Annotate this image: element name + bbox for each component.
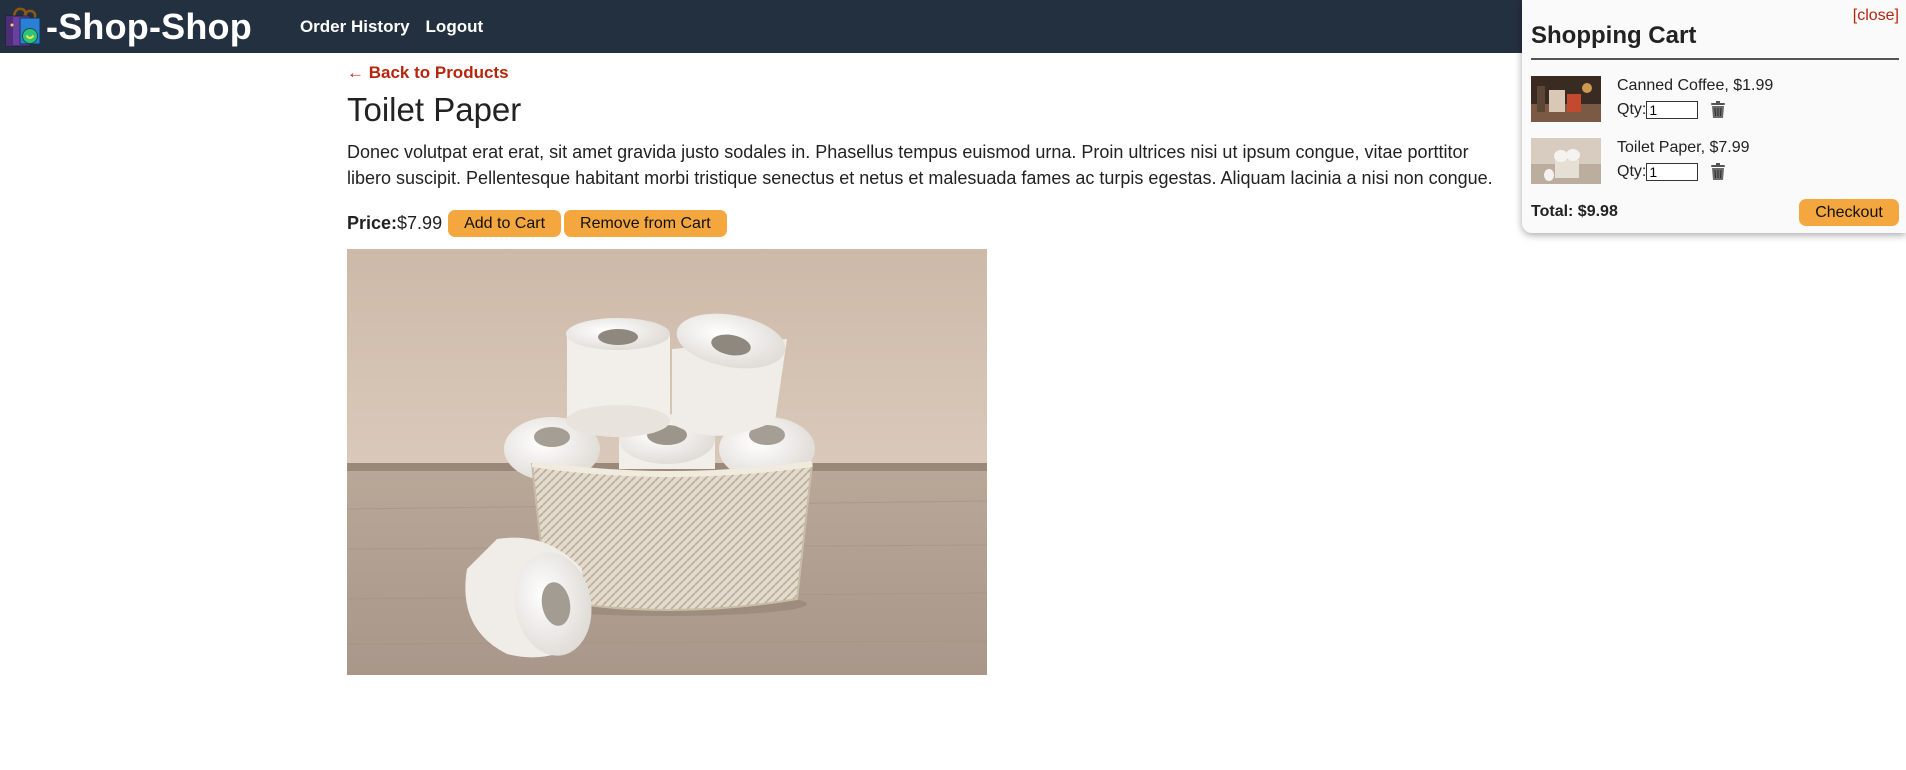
add-to-cart-button[interactable]: Add to Cart <box>448 210 562 237</box>
cart-total: Total: $9.98 <box>1531 203 1618 220</box>
qty-input[interactable] <box>1646 163 1699 181</box>
cart-item: Toilet Paper, $7.99 Qty: <box>1531 138 1901 184</box>
nav-order-history[interactable]: Order History <box>300 17 410 37</box>
remove-from-cart-button[interactable]: Remove from Cart <box>564 210 727 237</box>
product-image <box>347 249 987 675</box>
qty-label: Qty: <box>1617 101 1647 118</box>
product-title: Toilet Paper <box>347 91 522 128</box>
trash-icon[interactable] <box>1710 163 1726 181</box>
qty-row: Qty: <box>1617 163 1726 181</box>
trash-icon[interactable] <box>1710 101 1726 119</box>
cart-item-thumbnail <box>1531 76 1601 122</box>
shopping-bag-icon <box>5 7 41 46</box>
product-description: Donec volutpat erat erat, sit amet gravi… <box>347 142 1493 188</box>
cart-divider <box>1531 58 1899 60</box>
shopping-cart-panel: [close] Shopping Cart Canned Coffee, $1.… <box>1522 0 1906 233</box>
cart-item-name: Canned Coffee, $1.99 <box>1617 77 1774 94</box>
cart-item: Canned Coffee, $1.99 Qty: <box>1531 76 1901 122</box>
main-nav: Order History Logout <box>300 17 483 37</box>
nav-logout[interactable]: Logout <box>426 17 484 37</box>
back-to-products-link[interactable]: ← Back to Products <box>347 63 509 83</box>
cart-title: Shopping Cart <box>1531 22 1697 49</box>
checkout-button[interactable]: Checkout <box>1799 199 1899 226</box>
cart-close-button[interactable]: [close] <box>1853 7 1899 25</box>
price-label: Price: <box>347 213 398 233</box>
qty-row: Qty: <box>1617 101 1726 119</box>
brand-name: -Shop-Shop <box>46 5 252 47</box>
qty-label: Qty: <box>1617 163 1647 180</box>
cart-item-name: Toilet Paper, $7.99 <box>1617 139 1750 156</box>
brand[interactable]: -Shop-Shop <box>0 0 252 53</box>
product-detail: ← Back to Products Toilet Paper Donec vo… <box>347 53 1507 675</box>
price-row: Price: $7.99 Add to Cart Remove from Car… <box>347 210 1507 237</box>
qty-input[interactable] <box>1646 101 1699 119</box>
price-value: $7.99 <box>397 213 443 233</box>
cart-item-thumbnail <box>1531 138 1601 184</box>
